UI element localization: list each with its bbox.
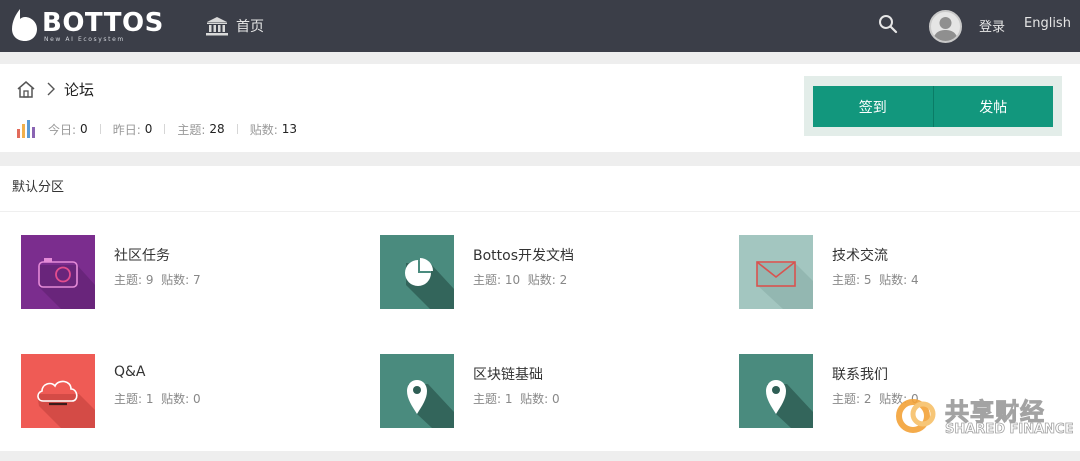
forum-item-bottos-docs[interactable]: Bottos开发文档 主题: 10 贴数: 2: [380, 235, 710, 309]
user-avatar[interactable]: [929, 10, 962, 43]
posts-label: 贴数:: [520, 392, 549, 406]
stat-label: 贴数:: [249, 122, 278, 137]
stat-label: 主题:: [177, 122, 206, 137]
login-link[interactable]: 登录: [979, 16, 1005, 35]
topics-count: 10: [504, 273, 521, 287]
posts-label: 贴数:: [161, 273, 190, 287]
map-pin-icon: [739, 354, 813, 428]
topics-count: 2: [863, 392, 872, 406]
map-pin-icon: [380, 354, 454, 428]
posts-count: 0: [193, 392, 201, 406]
new-post-button[interactable]: 发帖: [932, 86, 1053, 127]
divider: [164, 124, 166, 134]
checkin-button[interactable]: 签到: [813, 86, 933, 127]
stat-label: 今日:: [48, 122, 77, 137]
topics-label: 主题:: [114, 392, 143, 406]
camera-icon: [21, 235, 95, 309]
stat-value: 0: [80, 122, 88, 136]
stat-value: 13: [281, 122, 298, 136]
forum-meta: 主题: 5 贴数: 4: [832, 271, 919, 288]
stat-value: 28: [209, 122, 225, 136]
bottos-drop-logo-icon: [12, 9, 37, 41]
posts-count: 0: [552, 392, 560, 406]
topics-label: 主题:: [832, 273, 861, 287]
forum-name: 技术交流: [832, 248, 888, 264]
brand-tagline: New AI Ecosystem: [44, 36, 125, 43]
watermark-en: SHARED FINANCE: [945, 422, 1074, 438]
topics-count: 5: [863, 273, 872, 287]
cloud-icon: [21, 354, 95, 428]
forum-name: Q&A: [114, 364, 146, 380]
posts-label: 贴数:: [527, 273, 556, 287]
forum-item-community-tasks[interactable]: 社区任务 主题: 9 贴数: 7: [21, 235, 351, 309]
divider: [236, 124, 238, 134]
breadcrumb: 论坛: [16, 78, 94, 100]
posts-count: 4: [911, 273, 919, 287]
topics-count: 1: [504, 392, 513, 406]
forum-name: 区块链基础: [473, 367, 543, 383]
search-icon[interactable]: [878, 14, 898, 34]
brand-name: BOTTOS: [42, 8, 164, 38]
shared-finance-watermark: 共享财经 SHARED FINANCE: [893, 392, 1074, 442]
forum-stats: 今日: 0 昨日: 0 主题: 28 贴数: 13: [16, 118, 297, 140]
nav-home-label: 首页: [236, 19, 264, 35]
stat-posts: 贴数: 13: [250, 121, 297, 138]
posts-count: 2: [559, 273, 568, 287]
chevron-right-icon: [47, 82, 55, 96]
user-silhouette-icon: [933, 17, 958, 41]
forum-item-qa[interactable]: Q&A 主题: 1 贴数: 0: [21, 354, 351, 428]
topics-count: 1: [145, 392, 154, 406]
nav-home-link[interactable]: 首页: [206, 14, 264, 38]
forum-meta: 主题: 9 贴数: 7: [114, 271, 201, 288]
topics-label: 主题:: [832, 392, 861, 406]
forum-meta: 主题: 1 贴数: 0: [114, 390, 201, 407]
forum-meta: 主题: 10 贴数: 2: [473, 271, 567, 288]
bottos-logo[interactable]: BOTTOS New AI Ecosystem: [12, 8, 163, 44]
forum-item-blockchain-basics[interactable]: 区块链基础 主题: 1 贴数: 0: [380, 354, 710, 428]
forum-name: Bottos开发文档: [473, 248, 575, 264]
forum-name: 联系我们: [832, 367, 888, 383]
pie-chart-icon: [380, 235, 454, 309]
stat-today: 今日: 0: [48, 121, 88, 138]
topics-label: 主题:: [473, 392, 502, 406]
breadcrumb-current: 论坛: [64, 80, 95, 99]
forum-meta: 主题: 1 贴数: 0: [473, 390, 560, 407]
topics-count: 9: [145, 273, 154, 287]
top-navbar: BOTTOS New AI Ecosystem 首页 登录 English: [0, 0, 1080, 52]
posts-label: 贴数:: [161, 392, 190, 406]
stat-yesterday: 昨日: 0: [113, 121, 153, 138]
section-title: 默认分区: [0, 166, 1080, 212]
watermark-logo-icon: [896, 399, 936, 433]
envelope-icon: [739, 235, 813, 309]
stat-label: 昨日:: [112, 122, 141, 137]
home-icon[interactable]: [16, 80, 36, 98]
action-buttons: 签到 发帖: [804, 76, 1062, 136]
topics-label: 主题:: [114, 273, 143, 287]
bank-icon: [206, 17, 228, 36]
forum-header-panel: 论坛 今日: 0 昨日: 0 主题: 28 贴数: 13 签到 发帖: [0, 64, 1080, 152]
stat-topics: 主题: 28: [177, 121, 224, 138]
posts-label: 贴数:: [879, 273, 908, 287]
posts-count: 7: [193, 273, 201, 287]
divider: [99, 124, 101, 134]
stat-value: 0: [144, 122, 153, 136]
forum-item-tech-exchange[interactable]: 技术交流 主题: 5 贴数: 4: [739, 235, 1069, 309]
forum-name: 社区任务: [114, 248, 170, 264]
topics-label: 主题:: [473, 273, 502, 287]
language-switch-link[interactable]: English: [1024, 16, 1071, 31]
bar-chart-icon: [17, 120, 35, 138]
